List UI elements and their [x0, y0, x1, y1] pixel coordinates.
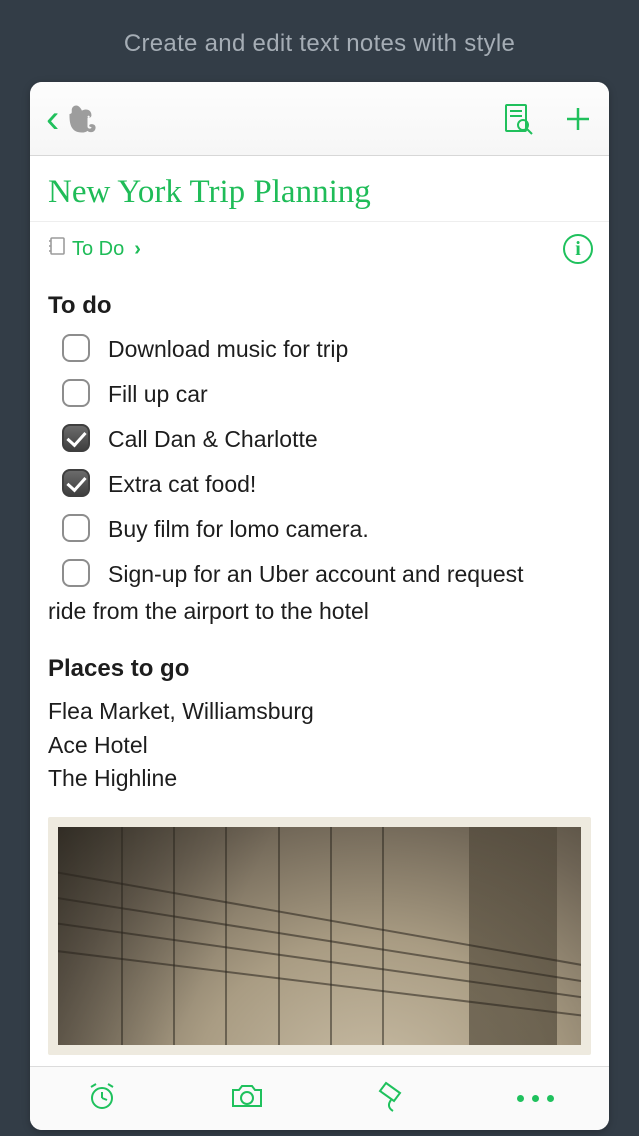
notebook-label: To Do [72, 238, 124, 261]
note-title-area: New York Trip Planning [30, 156, 609, 222]
todo-label: Extra cat food! [108, 469, 256, 500]
add-icon[interactable] [563, 104, 593, 134]
todo-checkbox[interactable] [62, 379, 90, 407]
todo-item: Fill up car [62, 379, 591, 410]
note-meta-row: To Do › i [30, 222, 609, 272]
top-toolbar: ‹ [30, 82, 609, 156]
notebook-icon [48, 236, 66, 262]
note-title[interactable]: New York Trip Planning [48, 174, 591, 211]
embedded-photo[interactable] [48, 817, 591, 1055]
todo-section-title: To do [48, 292, 591, 320]
todo-checkbox[interactable] [62, 424, 90, 452]
alarm-icon[interactable] [86, 1080, 118, 1117]
place-item: The Highline [48, 762, 591, 795]
todo-item: Buy film for lomo camera. [62, 514, 591, 545]
chevron-right-icon: › [134, 238, 141, 261]
camera-icon[interactable] [229, 1081, 265, 1116]
app-frame: ‹ [30, 82, 609, 1130]
place-item: Flea Market, Williamsburg [48, 695, 591, 728]
todo-label-continuation: ride from the airport to the hotel [48, 596, 591, 627]
todo-checkbox[interactable] [62, 514, 90, 542]
todo-checkbox[interactable] [62, 469, 90, 497]
todo-checkbox[interactable] [62, 559, 90, 587]
place-item: Ace Hotel [48, 729, 591, 762]
document-search-icon[interactable] [503, 103, 533, 135]
todo-label: Sign-up for an Uber account and request [108, 559, 524, 590]
places-list: Flea Market, WilliamsburgAce HotelThe Hi… [48, 695, 591, 795]
todo-item: Call Dan & Charlotte [62, 424, 591, 455]
todo-label: Fill up car [108, 379, 208, 410]
back-chevron-icon[interactable]: ‹ [46, 99, 59, 139]
note-body[interactable]: To do Download music for trip Fill up car… [30, 272, 609, 1066]
more-icon[interactable] [517, 1095, 554, 1102]
todo-label: Buy film for lomo camera. [108, 514, 369, 545]
promo-heading: Create and edit text notes with style [0, 0, 639, 82]
todo-label: Download music for trip [108, 334, 348, 365]
todo-checkbox[interactable] [62, 334, 90, 362]
info-icon[interactable]: i [563, 234, 593, 264]
notebook-selector[interactable]: To Do › [48, 236, 141, 262]
bottom-toolbar [30, 1066, 609, 1130]
todo-item: Sign-up for an Uber account and request [62, 559, 591, 590]
microphone-icon[interactable] [376, 1079, 406, 1118]
todo-list: Download music for trip Fill up car Call D… [48, 334, 591, 627]
todo-item: Download music for trip [62, 334, 591, 365]
places-section-title: Places to go [48, 655, 591, 683]
todo-item: Extra cat food! [62, 469, 591, 500]
evernote-elephant-icon[interactable] [65, 101, 101, 137]
todo-label: Call Dan & Charlotte [108, 424, 318, 455]
